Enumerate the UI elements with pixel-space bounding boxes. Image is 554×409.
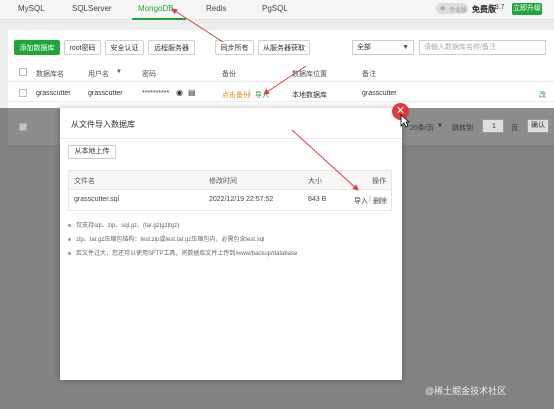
mouse-cursor-icon xyxy=(400,114,410,128)
arrow-to-import-link xyxy=(263,65,307,95)
arrow-to-file-import xyxy=(291,129,359,191)
annotation-arrows xyxy=(171,8,359,191)
arrow-to-mongodb-tab xyxy=(171,8,224,43)
watermark: @稀土掘金技术社区 xyxy=(425,386,507,396)
